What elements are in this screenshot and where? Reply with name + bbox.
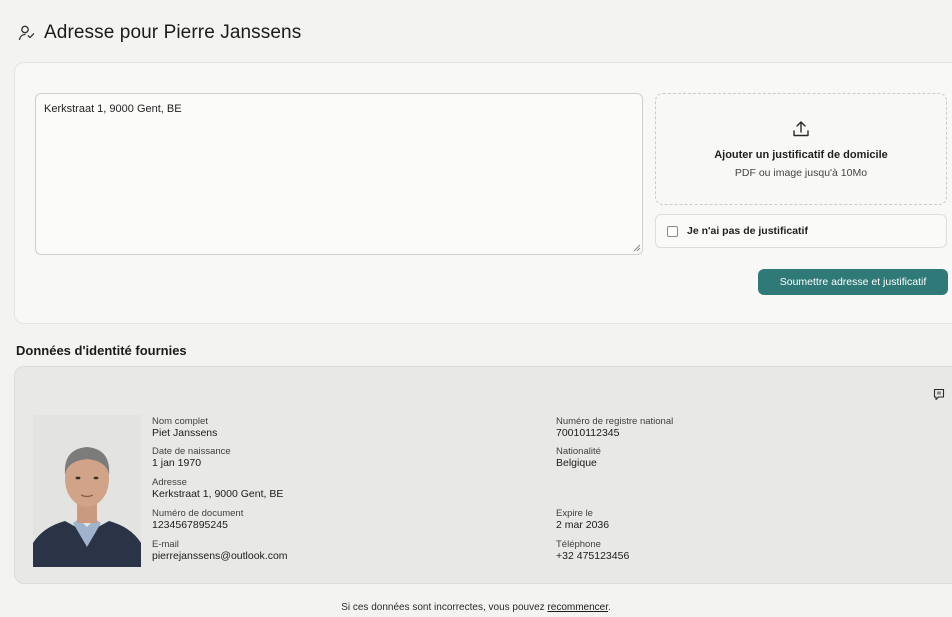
identity-photo xyxy=(33,415,141,567)
submit-address-button[interactable]: Soumettre adresse et justificatif xyxy=(758,269,948,295)
no-proof-checkbox[interactable] xyxy=(667,225,678,237)
footer-note: Si ces données sont incorrectes, vous po… xyxy=(0,602,952,613)
upload-icon xyxy=(793,121,809,137)
field-expiry: Expire le 2 mar 2036 xyxy=(556,508,609,531)
field-value: 70010112345 xyxy=(556,427,620,439)
no-proof-option[interactable]: Je n'ai pas de justificatif xyxy=(655,214,947,248)
field-phone: Téléphone +32 475123456 xyxy=(556,539,629,562)
address-input[interactable]: Kerkstraat 1, 9000 Gent, BE xyxy=(35,93,643,255)
field-value: 1234567895245 xyxy=(152,519,228,531)
identity-card: Nom complet Piet Janssens Date de naissa… xyxy=(14,366,952,584)
field-label: Numéro de registre national xyxy=(556,416,674,427)
field-label: Numéro de document xyxy=(152,508,244,519)
field-nationality: Nationalité Belgique xyxy=(556,446,601,469)
field-document-number: Numéro de document 1234567895245 xyxy=(152,508,243,531)
field-value: pierrejanssens@outlook.com xyxy=(152,550,288,562)
field-label: Adresse xyxy=(152,477,187,488)
field-full-name: Nom complet Piet Janssens xyxy=(152,416,217,439)
flag-report-icon[interactable] xyxy=(932,388,946,402)
field-label: Nationalité xyxy=(556,446,601,457)
dropzone-title: Ajouter un justificatif de domicile xyxy=(714,149,888,161)
field-label: Expire le xyxy=(556,508,593,519)
field-birth-date: Date de naissance 1 jan 1970 xyxy=(152,446,231,469)
footer-text: Si ces données sont incorrectes, vous po… xyxy=(341,602,548,613)
field-address: Adresse Kerkstraat 1, 9000 Gent, BE xyxy=(152,477,283,500)
field-label: Téléphone xyxy=(556,539,601,550)
field-value: 1 jan 1970 xyxy=(152,457,202,469)
field-label: Nom complet xyxy=(152,416,208,427)
field-value: +32 475123456 xyxy=(556,550,630,562)
footer-text-end: . xyxy=(608,602,611,613)
portrait-image xyxy=(33,415,141,567)
page-title: Adresse pour Pierre Janssens xyxy=(44,22,302,43)
address-form-card: Kerkstraat 1, 9000 Gent, BE Ajouter un j… xyxy=(14,62,952,324)
dropzone-subtitle: PDF ou image jusqu'à 10Mo xyxy=(734,167,868,179)
proof-dropzone[interactable]: Ajouter un justificatif de domicile PDF … xyxy=(655,93,947,205)
identity-section-title: Données d'identité fournies xyxy=(16,343,187,358)
no-proof-label: Je n'ai pas de justificatif xyxy=(687,225,808,237)
field-email: E-mail pierrejanssens@outlook.com xyxy=(152,539,288,562)
field-national-register: Numéro de registre national 70010112345 xyxy=(556,416,673,439)
field-label: Date de naissance xyxy=(152,446,231,457)
field-value: Kerkstraat 1, 9000 Gent, BE xyxy=(152,488,284,500)
restart-link[interactable]: recommencer xyxy=(547,602,608,613)
resize-handle-icon[interactable] xyxy=(632,243,641,252)
field-value: 2 mar 2036 xyxy=(556,519,610,531)
user-address-icon xyxy=(18,25,35,41)
page-header: Adresse pour Pierre Janssens xyxy=(18,22,301,44)
field-label: E-mail xyxy=(152,539,179,550)
field-value: Belgique xyxy=(556,457,597,469)
field-value: Piet Janssens xyxy=(152,427,218,439)
